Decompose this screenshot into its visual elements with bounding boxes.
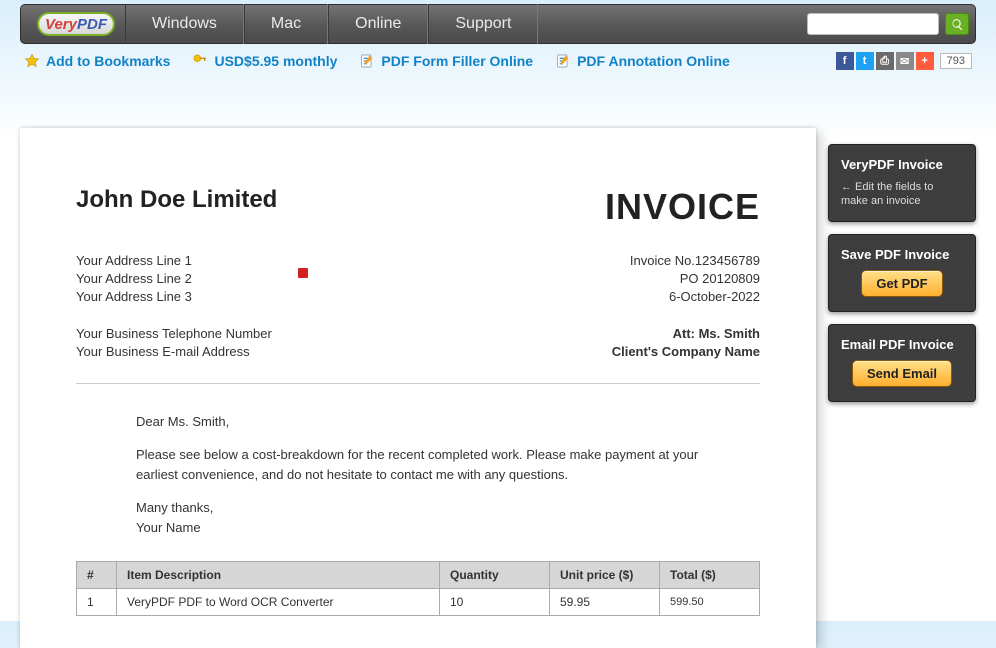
invoice-date[interactable]: 6-October-2022 (630, 288, 760, 306)
sub-bar: Add to Bookmarks USD$5.95 monthly PDF Fo… (0, 44, 996, 78)
invoice-table: # Item Description Quantity Unit price (… (76, 561, 760, 616)
table-row: 1 VeryPDF PDF to Word OCR Converter 10 5… (77, 589, 760, 616)
price-link[interactable]: USD$5.95 monthly (192, 53, 337, 69)
panel-email: Email PDF Invoice Send Email (828, 324, 976, 402)
marker-icon (298, 268, 308, 278)
bookmarks-label: Add to Bookmarks (46, 53, 170, 69)
search-button[interactable] (945, 13, 969, 35)
logo[interactable]: VeryPDF (27, 12, 125, 36)
nav-mac[interactable]: Mac (244, 4, 328, 44)
col-unit-price: Unit price ($) (550, 562, 660, 589)
company-name[interactable]: John Doe Limited (76, 186, 277, 214)
nav-online[interactable]: Online (328, 4, 428, 44)
facebook-icon[interactable]: f (836, 52, 854, 70)
side-panels: VeryPDF Invoice ← Edit the fields to mak… (828, 144, 976, 402)
address-line-2[interactable]: Your Address Line 2 (76, 270, 192, 288)
client-att[interactable]: Att: Ms. Smith (612, 325, 760, 343)
invoice-number[interactable]: Invoice No.123456789 (630, 252, 760, 270)
social-share: f t ⎙ ✉ + 793 (836, 52, 972, 70)
cell-total[interactable]: 599.50 (660, 589, 760, 616)
search-icon (951, 18, 964, 31)
share-count: 793 (940, 53, 972, 69)
po-number[interactable]: PO 20120809 (630, 270, 760, 288)
divider (76, 383, 760, 384)
get-pdf-button[interactable]: Get PDF (861, 270, 942, 297)
panel-email-title: Email PDF Invoice (841, 337, 963, 352)
col-number: # (77, 562, 117, 589)
email-icon[interactable]: ✉ (896, 52, 914, 70)
cell-n[interactable]: 1 (77, 589, 117, 616)
send-email-button[interactable]: Send Email (852, 360, 952, 387)
nav-windows[interactable]: Windows (125, 4, 244, 44)
thanks-line[interactable]: Many thanks, (136, 500, 213, 515)
price-label: USD$5.95 monthly (214, 53, 337, 69)
business-phone[interactable]: Your Business Telephone Number (76, 325, 272, 343)
add-bookmarks-link[interactable]: Add to Bookmarks (24, 53, 170, 69)
invoice-title: INVOICE (605, 186, 760, 228)
invoice-document: John Doe Limited INVOICE Your Address Li… (20, 128, 816, 648)
star-icon (24, 53, 40, 69)
nav-support[interactable]: Support (428, 4, 538, 44)
annotation-icon (555, 53, 571, 69)
sender-contact[interactable]: Your Business Telephone Number Your Busi… (76, 325, 272, 361)
col-total: Total ($) (660, 562, 760, 589)
body-paragraph[interactable]: Please see below a cost-breakdown for th… (136, 445, 700, 484)
logo-text-2: PDF (77, 16, 107, 33)
invoice-meta[interactable]: Invoice No.123456789 PO 20120809 6-Octob… (630, 252, 760, 307)
top-nav: VeryPDF Windows Mac Online Support (20, 4, 976, 44)
addthis-icon[interactable]: + (916, 52, 934, 70)
address-line-3[interactable]: Your Address Line 3 (76, 288, 192, 306)
col-description: Item Description (117, 562, 440, 589)
twitter-icon[interactable]: t (856, 52, 874, 70)
annotation-label: PDF Annotation Online (577, 53, 730, 69)
logo-text-1: Very (45, 16, 77, 33)
form-icon (359, 53, 375, 69)
address-line-1[interactable]: Your Address Line 1 (76, 252, 192, 270)
panel-save-title: Save PDF Invoice (841, 247, 963, 262)
print-icon[interactable]: ⎙ (876, 52, 894, 70)
client-block[interactable]: Att: Ms. Smith Client's Company Name (612, 325, 760, 361)
cell-unit[interactable]: 59.95 (550, 589, 660, 616)
cell-desc[interactable]: VeryPDF PDF to Word OCR Converter (117, 589, 440, 616)
client-company[interactable]: Client's Company Name (612, 343, 760, 361)
cell-qty[interactable]: 10 (440, 589, 550, 616)
business-email[interactable]: Your Business E-mail Address (76, 343, 272, 361)
key-icon (192, 53, 208, 69)
panel-save: Save PDF Invoice Get PDF (828, 234, 976, 312)
panel-info-sub: ← Edit the fields to make an invoice (841, 180, 963, 209)
panel-info-title: VeryPDF Invoice (841, 157, 963, 172)
col-quantity: Quantity (440, 562, 550, 589)
sender-address[interactable]: Your Address Line 1 Your Address Line 2 … (76, 252, 192, 307)
form-filler-link[interactable]: PDF Form Filler Online (359, 53, 533, 69)
form-filler-label: PDF Form Filler Online (381, 53, 533, 69)
invoice-body[interactable]: Dear Ms. Smith, Please see below a cost-… (76, 412, 760, 538)
signature-line[interactable]: Your Name (136, 520, 201, 535)
search-input[interactable] (807, 13, 939, 35)
annotation-link[interactable]: PDF Annotation Online (555, 53, 730, 69)
panel-info: VeryPDF Invoice ← Edit the fields to mak… (828, 144, 976, 222)
greeting[interactable]: Dear Ms. Smith, (136, 412, 700, 432)
